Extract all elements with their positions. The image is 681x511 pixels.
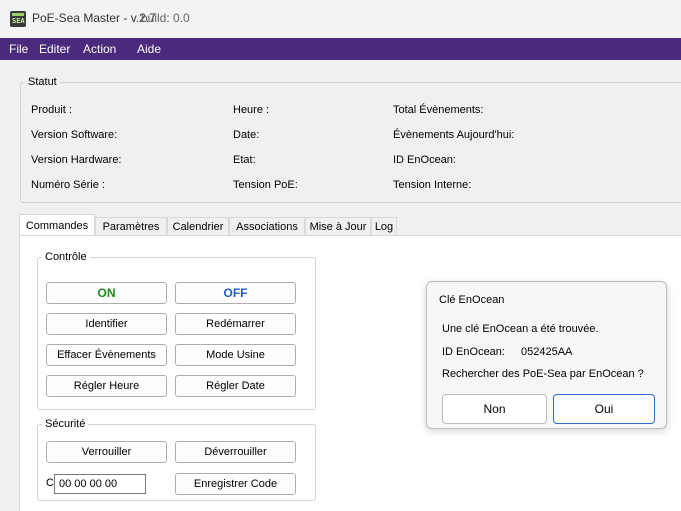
tab-calendrier[interactable]: Calendrier xyxy=(167,217,229,235)
regler-date-button[interactable]: Régler Date xyxy=(175,375,296,397)
version-hardware-label: Version Hardware: xyxy=(31,154,122,166)
code-input[interactable] xyxy=(54,474,146,494)
tension-interne-label: Tension Interne: xyxy=(393,179,472,191)
date-label: Date: xyxy=(233,129,260,141)
securite-legend: Sécurité xyxy=(45,418,86,430)
id-enocean-label: ID EnOcean: xyxy=(393,154,456,166)
window-build: build: 0.0 xyxy=(141,11,190,25)
version-software-label: Version Software: xyxy=(31,129,118,141)
oui-button[interactable]: Oui xyxy=(553,394,655,424)
statut-group: Statut xyxy=(20,76,681,203)
tab-mise-a-jour[interactable]: Mise à Jour xyxy=(305,217,371,235)
menu-file[interactable]: File xyxy=(9,42,28,56)
menu-action[interactable]: Action xyxy=(83,42,116,56)
regler-heure-button[interactable]: Régler Heure xyxy=(46,375,167,397)
tension-poe-label: Tension PoE: xyxy=(233,179,298,191)
dialog-question: Rechercher des PoE-Sea par EnOcean ? xyxy=(442,368,644,380)
verrouiller-button[interactable]: Verrouiller xyxy=(46,441,167,463)
dialog-message: Une clé EnOcean a été trouvée. xyxy=(442,323,599,335)
total-evenements-label: Total Évènements: xyxy=(393,104,484,116)
dialog-title: Clé EnOcean xyxy=(439,294,505,306)
tab-associations[interactable]: Associations xyxy=(229,217,305,235)
enregistrer-code-button[interactable]: Enregistrer Code xyxy=(175,473,296,495)
tab-log[interactable]: Log xyxy=(371,217,397,235)
window-title: PoE-Sea Master - v.2.7 xyxy=(32,11,156,25)
etat-label: Etat: xyxy=(233,154,256,166)
tab-parametres[interactable]: Paramètres xyxy=(95,217,167,235)
redemarrer-button[interactable]: Redémarrer xyxy=(175,313,296,335)
app-logo-icon: SEA xyxy=(10,11,26,27)
produit-label: Produit : xyxy=(31,104,72,116)
heure-label: Heure : xyxy=(233,104,270,116)
controle-legend: Contrôle xyxy=(45,251,87,263)
non-button[interactable]: Non xyxy=(442,394,547,424)
numero-serie-label: Numéro Série : xyxy=(31,179,105,191)
tab-strip: Commandes Paramètres Calendrier Associat… xyxy=(19,214,681,236)
menu-bar: File Editer Action Aide xyxy=(0,38,681,60)
identifier-button[interactable]: Identifier xyxy=(46,313,167,335)
menu-editer[interactable]: Editer xyxy=(39,42,70,56)
title-bar: SEA PoE-Sea Master - v.2.7 build: 0.0 xyxy=(0,0,681,38)
effacer-evenements-button[interactable]: Effacer Évènements xyxy=(46,344,167,366)
off-button[interactable]: OFF xyxy=(175,282,296,304)
dialog-id-value: 052425AA xyxy=(521,346,573,358)
on-button[interactable]: ON xyxy=(46,282,167,304)
mode-usine-button[interactable]: Mode Usine xyxy=(175,344,296,366)
evenements-aujourdhui-label: Évènements Aujourd'hui: xyxy=(393,129,515,141)
menu-aide[interactable]: Aide xyxy=(137,42,161,56)
statut-legend: Statut xyxy=(28,76,57,88)
enocean-dialog: Clé EnOcean Une clé EnOcean a été trouvé… xyxy=(426,281,667,429)
deverrouiller-button[interactable]: Déverrouiller xyxy=(175,441,296,463)
dialog-id-label: ID EnOcean: xyxy=(442,346,505,358)
tab-commandes[interactable]: Commandes xyxy=(19,214,95,236)
